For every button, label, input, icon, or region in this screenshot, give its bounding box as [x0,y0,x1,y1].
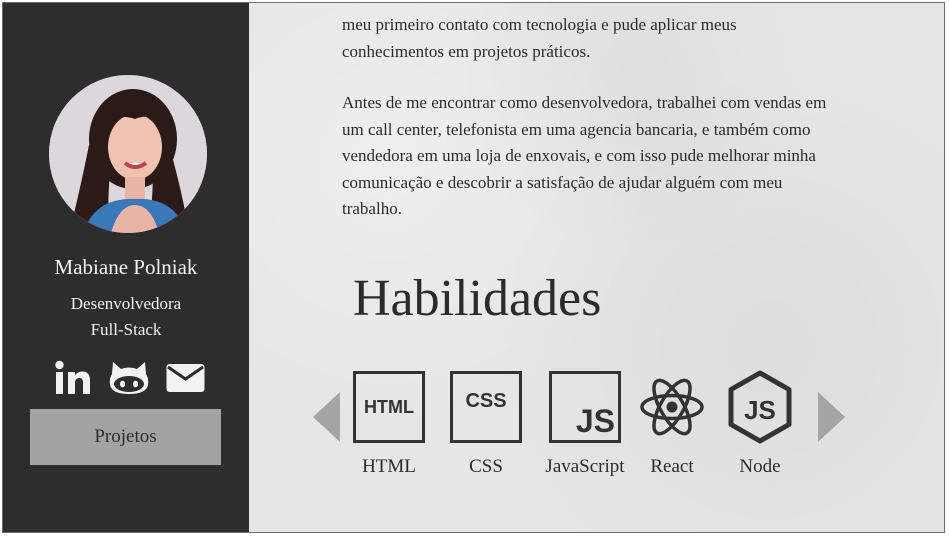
javascript-icon: JS [549,371,621,443]
skill-item-html: HTML HTML [351,368,427,478]
node-icon: JS [728,370,792,444]
skill-item-css: CSS CSS [448,368,524,478]
skills-title: Habilidades [353,270,602,327]
skill-item-react: React [637,368,707,478]
css-badge: CSS [465,390,507,412]
css-icon: CSS [450,371,522,443]
mail-icon[interactable] [166,360,205,396]
skill-item-javascript: JS JavaScript [535,368,635,478]
node-badge: JS [744,395,776,425]
carousel-next-button[interactable] [818,392,845,442]
profile-name: Mabiane Polniak [54,255,198,279]
skill-label-react: React [650,456,694,477]
projects-button[interactable]: Projetos [30,409,221,465]
skill-label-html: HTML [362,456,416,477]
about-paragraph-1: meu primeiro contato com tecnologia e pu… [342,12,842,65]
react-icon [640,378,704,436]
skill-label-javascript: JavaScript [545,456,625,477]
github-icon[interactable] [108,360,150,396]
profile-role: Desenvolvedora Full-Stack [3,291,249,343]
page-frame: Mabiane Polniak Desenvolvedora Full-Stac… [2,2,945,533]
skill-label-css: CSS [469,456,503,477]
avatar [49,75,207,233]
about-paragraph-2: Antes de me encontrar como desenvolvedor… [342,93,827,218]
skill-label-node: Node [739,456,781,477]
skill-item-node: JS Node [723,368,797,478]
sidebar: Mabiane Polniak Desenvolvedora Full-Stac… [3,3,249,532]
linkedin-icon[interactable] [55,360,91,396]
about-paragraph-1-line-1: meu primeiro contato com tecnologia e pu… [342,15,737,34]
profile-role-line-1: Desenvolvedora [70,294,182,313]
carousel-prev-button[interactable] [313,392,340,442]
profile-role-line-2: Full-Stack [90,320,162,339]
html-icon: HTML [353,371,425,443]
about-paragraph-1-line-2: conhecimentos em projetos práticos. [342,41,591,61]
javascript-badge: JS [575,403,615,439]
main-content: meu primeiro contato com tecnologia e pu… [249,3,944,532]
html-badge: HTML [364,396,414,417]
